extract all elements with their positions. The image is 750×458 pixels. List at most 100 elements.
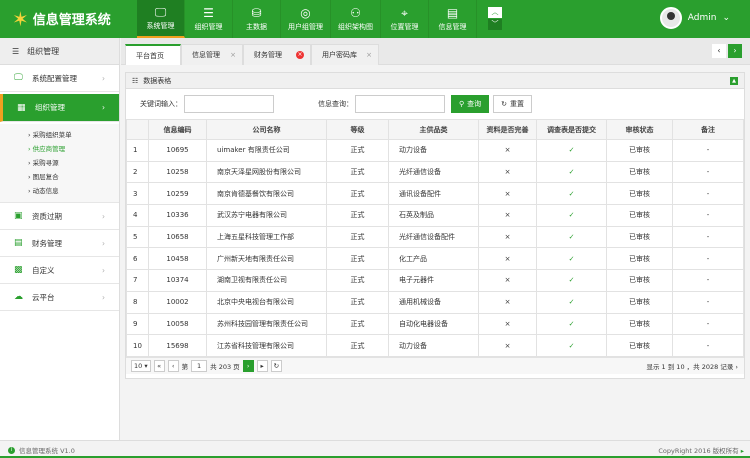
nav-item[interactable]: ⌖ 位置管理 <box>381 0 429 38</box>
tab-next-button[interactable]: › <box>728 44 742 58</box>
reset-button[interactable]: ↻ 重置 <box>493 95 533 113</box>
nav-item[interactable]: ▤ 信息管理 <box>429 0 477 38</box>
last-page-button[interactable]: ▸ <box>256 359 268 372</box>
panel-header: ☷ 数据表格 ▲ <box>126 73 744 89</box>
reload-button[interactable]: ↻ <box>270 359 283 372</box>
table-cell: 电子元器件 <box>388 269 479 292</box>
table-cell: 光纤通信设备 <box>388 160 479 184</box>
table-row[interactable]: 6 10458 广州新天地有限责任公司 正式 化工产品 × ✓ 已审核 - <box>126 247 744 271</box>
collapse-icon[interactable]: ▲ <box>730 77 738 85</box>
column-header[interactable]: 等级 <box>326 119 389 140</box>
table-cell: 正式 <box>326 160 389 184</box>
submenu-item[interactable]: › 图层复合 <box>0 170 119 184</box>
app-title: 信息管理系统 <box>32 13 111 28</box>
column-header[interactable]: 审核状态 <box>606 119 673 140</box>
footer: i 信息管理系统 V1.0 CopyRight 2016 版权所有 ▸ <box>0 440 750 458</box>
table-cell: 已审核 <box>606 269 673 292</box>
table-row[interactable]: 7 10374 湖南卫视有限责任公司 正式 电子元器件 × ✓ 已审核 - <box>126 269 744 292</box>
nav-item[interactable]: ⛁ 主数据 <box>233 0 281 38</box>
column-header[interactable] <box>126 119 149 140</box>
column-header[interactable]: 主供品类 <box>388 119 479 140</box>
table-cell: 光纤通信设备配件 <box>388 225 479 249</box>
table-cell: 上海五星科技管理工作部 <box>206 225 327 249</box>
first-page-button[interactable]: « <box>153 359 165 372</box>
table-cell: 正式 <box>326 225 389 249</box>
keyword-label: 关键词输入： <box>140 100 182 108</box>
column-header[interactable]: 调查表是否提交 <box>536 119 607 140</box>
table-row[interactable]: 10 15698 江苏省科技管理有限公司 正式 动力设备 × ✓ 已审核 - <box>126 334 744 357</box>
tab-password[interactable]: 用户密码库 × <box>311 44 379 65</box>
tab-prev-button[interactable]: ‹ <box>712 44 726 58</box>
close-icon[interactable]: × <box>230 51 236 59</box>
avatar[interactable] <box>659 7 682 29</box>
column-header[interactable]: 公司名称 <box>206 119 327 140</box>
nav-label: 组织管理 <box>194 23 223 31</box>
chevron-right-icon: › <box>102 292 105 302</box>
table-cell: 6 <box>126 247 149 271</box>
page-size-select[interactable]: 10 ▾ <box>131 359 151 372</box>
tab-finance[interactable]: 财务管理 × <box>243 44 311 65</box>
column-header[interactable]: 信息编码 <box>148 119 207 140</box>
table-row[interactable]: 8 10002 北京中央电视台有限公司 正式 通用机械设备 × ✓ 已审核 - <box>126 290 744 314</box>
menu-item-icon: ▣ <box>14 211 23 221</box>
username[interactable]: Admin <box>688 13 717 23</box>
table-cell: 8 <box>126 290 149 314</box>
sidebar-item[interactable]: ▩ 自定义 › <box>0 257 119 284</box>
table-cell: - <box>672 290 744 314</box>
table-cell: 已审核 <box>606 204 673 227</box>
sidebar-item[interactable]: ▣ 资质过期 › <box>0 203 119 230</box>
table-cell: 已审核 <box>606 160 673 184</box>
nav-item[interactable]: ☰ 组织管理 <box>185 0 233 38</box>
submenu-item[interactable]: › 供应商管理 <box>0 142 119 156</box>
nav-item[interactable]: ⚇ 组织架构图 <box>331 0 381 38</box>
sidebar-item[interactable]: ▤ 财务管理 › <box>0 230 119 257</box>
sidebar-item[interactable]: ☁ 云平台 › <box>0 284 119 311</box>
prev-page-button[interactable]: ‹ <box>167 359 179 372</box>
table-cell: 南京天泽星网股份有限公司 <box>206 160 327 184</box>
submenu-label: 动态信息 <box>32 187 59 195</box>
page-input[interactable]: 1 <box>191 359 208 372</box>
table-cell: 正式 <box>326 204 389 227</box>
table-cell: ✓ <box>536 269 607 292</box>
table-row[interactable]: 1 10695 uimaker 有限责任公司 正式 动力设备 × ✓ 已审核 - <box>126 139 744 162</box>
table-cell: 石英及制品 <box>388 204 479 227</box>
nav-label: 组织架构图 <box>338 23 373 31</box>
submenu-label: 采购寻源 <box>32 159 59 167</box>
submenu-item[interactable]: › 采购寻源 <box>0 156 119 170</box>
chevron-up-icon[interactable]: ︿ <box>488 7 502 18</box>
menu-icon[interactable]: ☰ <box>12 47 19 56</box>
close-icon[interactable]: × <box>366 51 372 59</box>
table-row[interactable]: 9 10058 苏州科技园管理有限责任公司 正式 自动化电器设备 × ✓ 已审核 - <box>126 312 744 336</box>
search-button[interactable]: ⚲ 查询 <box>451 95 490 113</box>
tab-info[interactable]: 信息管理 × <box>181 44 243 65</box>
sidebar-item[interactable]: 🖵 系统配置管理 › <box>0 65 119 92</box>
table-cell: ✓ <box>536 290 607 314</box>
submenu-item[interactable]: › 采购组织菜单 <box>0 128 119 142</box>
table-row[interactable]: 4 10336 武汉苏宁电器有限公司 正式 石英及制品 × ✓ 已审核 - <box>126 204 744 227</box>
page-prefix: 第 <box>181 362 189 371</box>
copyright-text: CopyRight 2016 版权所有 <box>658 447 739 455</box>
table-row[interactable]: 5 10658 上海五星科技管理工作部 正式 光纤通信设备配件 × ✓ 已审核 - <box>126 225 744 249</box>
submenu-item[interactable]: › 动态信息 <box>0 184 119 198</box>
chevron-down-icon[interactable]: ﹀ <box>488 19 502 30</box>
table-cell: ✓ <box>536 225 607 249</box>
keyword-input[interactable] <box>184 95 274 113</box>
nav-item[interactable]: 🖵 系统管理 <box>137 0 185 38</box>
user-menu[interactable]: Admin ⌄ <box>659 7 730 29</box>
reset-label: 重置 <box>510 100 525 108</box>
sidebar-item[interactable]: ▦ 组织管理 › <box>0 94 119 122</box>
table-cell: × <box>478 182 537 206</box>
info-query-input[interactable] <box>355 95 445 113</box>
close-icon[interactable]: × <box>296 51 304 59</box>
sidebar-item-label: 财务管理 <box>32 238 62 248</box>
chevron-right-icon: › <box>102 103 105 112</box>
table-cell: 已审核 <box>606 247 673 271</box>
nav-item[interactable]: ◎ 用户组管理 <box>281 0 331 38</box>
next-page-button[interactable]: › <box>242 359 254 372</box>
arrow-right-icon[interactable]: ▸ <box>741 447 744 455</box>
column-header[interactable]: 资料是否完善 <box>478 119 537 140</box>
table-row[interactable]: 3 10259 南京肯德基餐饮有限公司 正式 通讯设备配件 × ✓ 已审核 - <box>126 182 744 206</box>
column-header[interactable]: 备注 <box>672 119 744 140</box>
table-row[interactable]: 2 10258 南京天泽星网股份有限公司 正式 光纤通信设备 × ✓ 已审核 - <box>126 160 744 184</box>
tab-home[interactable]: 平台首页 <box>125 44 181 65</box>
